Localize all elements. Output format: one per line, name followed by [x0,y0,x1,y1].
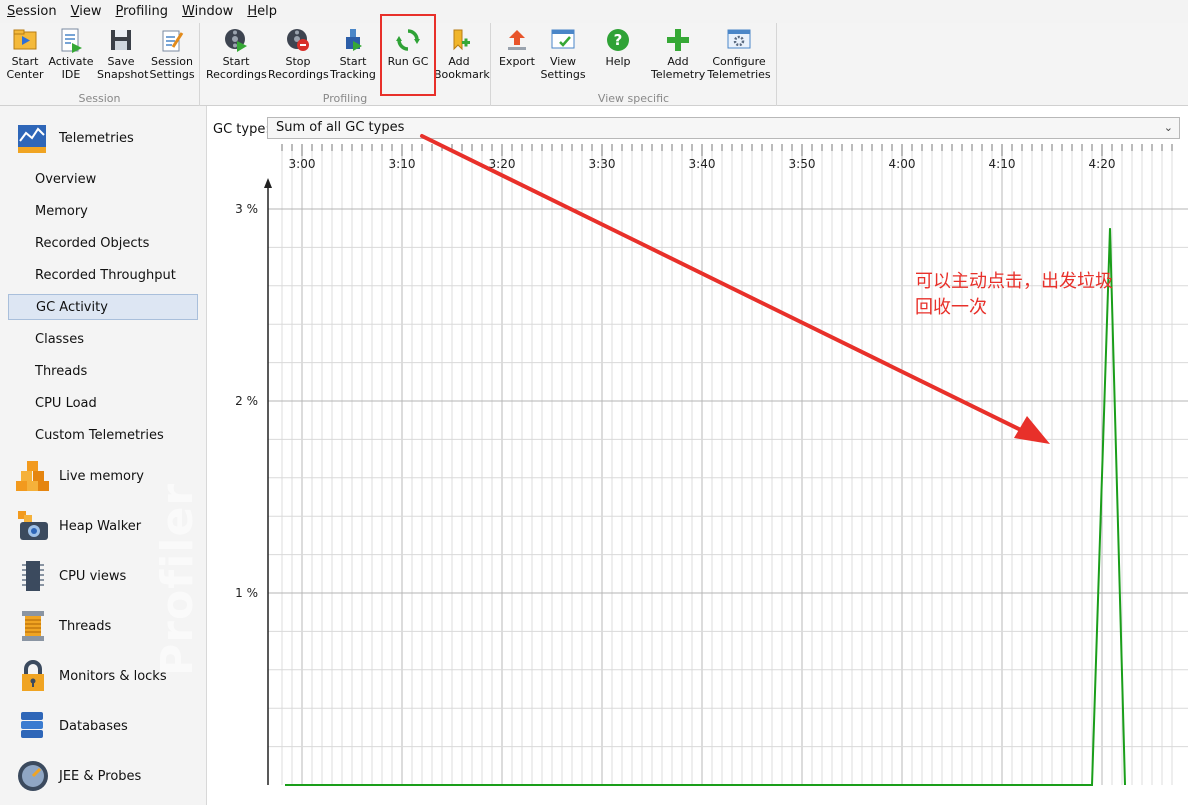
profiler-watermark: Profiler [152,482,203,676]
sidebar-item-threads[interactable]: Threads [35,359,87,385]
export-button[interactable]: Export [496,27,538,89]
plus-icon [667,29,689,51]
sidebar-item-cpu-load[interactable]: CPU Load [35,391,97,417]
gc-activity-chart: 3:00 3:10 3:20 3:30 3:40 3:50 4:00 4:10 4:201 %2… [212,134,1188,805]
group-label-session: Session [78,92,121,105]
activate-ide-button[interactable]: Activate IDE [48,27,94,89]
sidebar-item-gc-activity[interactable]: GC Activity [8,294,198,320]
export-arrow-icon [508,30,526,50]
sidebar-item-recorded-objects[interactable]: Recorded Objects [35,231,149,257]
sidebar-cpu-views[interactable]: CPU views [16,558,126,594]
heap-walker-camera-icon [18,511,48,540]
start-center-icon [13,29,37,50]
sidebar-jee-probes[interactable]: JEE & Probes [16,758,141,794]
gc-activity-panel: GC type: Sum of all GC types ⌄ 3:00 3:10 3… [207,106,1188,805]
sidebar-item-overview[interactable]: Overview [35,167,96,193]
add-telemetry-button[interactable]: Add Telemetry [651,27,705,89]
live-memory-cubes-icon [16,461,49,491]
sidebar-threads[interactable]: Threads [16,608,111,644]
menu-view[interactable]: View [64,0,109,23]
help-icon: ? [607,29,629,51]
menu-profiling[interactable]: Profiling [108,0,175,23]
sidebar-item-custom-telemetries[interactable]: Custom Telemetries [35,423,164,449]
start-tracking-button[interactable]: Start Tracking [328,27,378,89]
telemetries-icon [18,125,46,153]
x-tick-label: 3:30 [589,157,616,171]
sidebar-monitors-locks[interactable]: Monitors & locks [16,658,167,694]
configure-gear-icon [727,29,751,49]
svg-text:?: ? [614,31,623,49]
run-gc-highlight-box [380,14,436,96]
help-button[interactable]: ? Help [596,27,640,89]
thread-spool-icon [22,611,44,641]
menu-bar: Session View Profiling Window Help [0,0,1188,23]
sidebar-live-memory[interactable]: Live memory [16,458,144,494]
cpu-chip-icon [22,561,44,591]
sidebar-telemetries[interactable]: Telemetries [16,120,134,156]
configure-telemetries-button[interactable]: Configure Telemetries [707,27,771,89]
x-tick-label: 4:20 [1089,157,1116,171]
bookmark-icon [453,29,470,51]
menu-session[interactable]: Session [0,0,64,23]
sidebar-heap-walker[interactable]: Heap Walker [16,508,141,544]
x-tick-label: 3:10 [389,157,416,171]
menu-window[interactable]: Window [175,0,240,23]
y-tick-label: 2 % [235,394,258,408]
annotation-text-line2: 回收一次 [915,297,987,318]
sidebar-item-classes[interactable]: Classes [35,327,84,353]
sidebar-item-memory[interactable]: Memory [35,199,88,225]
view-settings-icon [551,29,575,49]
x-tick-label: 4:10 [989,157,1016,171]
session-settings-icon [162,30,184,52]
x-tick-label: 3:00 [289,157,316,171]
y-tick-label: 1 % [235,586,258,600]
x-tick-label: 4:00 [889,157,916,171]
group-label-profiling: Profiling [322,92,368,105]
floppy-disk-icon [111,30,131,50]
annotation-text-line1: 可以主动点击，出发垃圾 [915,271,1113,292]
activate-ide-icon [61,28,82,53]
session-settings-button[interactable]: Session Settings [149,27,195,89]
stop-recordings-button[interactable]: Stop Recordings [268,27,329,89]
toolbar: Session Profiling View specific Start Ce… [0,23,1188,106]
database-icon [21,712,43,738]
x-tick-label: 3:50 [789,157,816,171]
save-snapshot-button[interactable]: Save Snapshot [97,27,148,89]
film-reel-stop-icon [287,29,309,51]
sidebar-databases[interactable]: Databases [16,708,128,744]
sidebar-item-recorded-throughput[interactable]: Recorded Throughput [35,263,176,289]
start-center-button[interactable]: Start Center [3,27,47,89]
gauge-icon [18,761,48,791]
padlock-icon [22,660,44,691]
start-recordings-button[interactable]: Start Recordings [206,27,267,89]
film-reel-record-icon [225,29,247,52]
add-bookmark-button[interactable]: Add Bookmark [434,27,490,89]
menu-help[interactable]: Help [240,0,284,23]
sidebar: Telemetries Overview Memory Recorded Obj… [0,106,207,805]
group-label-view-specific: View specific [597,92,670,105]
view-settings-button[interactable]: View Settings [540,27,586,89]
x-tick-label: 3:40 [689,157,716,171]
y-tick-label: 3 % [235,202,258,216]
tracking-icon [346,29,362,51]
